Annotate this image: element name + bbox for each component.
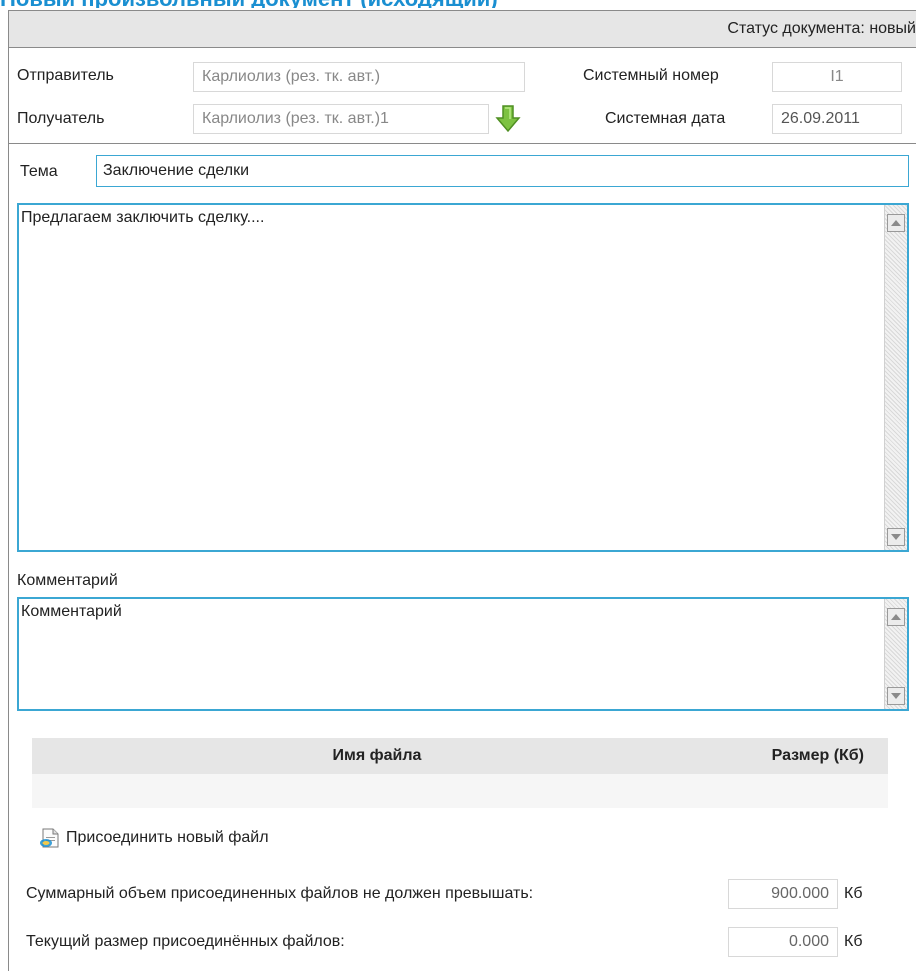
attach-document-icon [40, 828, 59, 848]
chevron-down-icon [891, 534, 901, 540]
comment-label: Комментарий [17, 572, 118, 589]
current-size-label: Текущий размер присоединённых файлов: [26, 933, 345, 950]
comment-textarea[interactable]: Комментарий [17, 597, 909, 711]
scroll-up-button[interactable] [887, 214, 905, 232]
scroll-down-button[interactable] [887, 528, 905, 546]
status-bar: Статус документа: новый [9, 11, 916, 48]
body-scrollbar[interactable] [884, 205, 907, 550]
max-size-unit: Кб [844, 885, 863, 902]
body-text: Предлагаем заключить сделку.... [21, 209, 265, 226]
body-textarea[interactable]: Предлагаем заключить сделку.... [17, 203, 909, 552]
column-header-filename: Имя файла [332, 747, 422, 764]
max-size-label: Суммарный объем присоединенных файлов не… [26, 885, 534, 902]
section-divider [9, 143, 916, 144]
attach-file-label: Присоединить новый файл [66, 829, 269, 846]
system-number-field: I1 [772, 62, 902, 92]
document-status: Статус документа: новый [727, 20, 916, 37]
comment-text: Комментарий [21, 603, 122, 620]
sender-field[interactable]: Карлиолиз (рез. тк. авт.) [193, 62, 525, 92]
chevron-up-icon [891, 220, 901, 226]
scroll-down-button[interactable] [887, 687, 905, 705]
chevron-up-icon [891, 614, 901, 620]
chevron-down-icon [891, 693, 901, 699]
column-header-size: Размер (Кб) [771, 747, 864, 764]
recipient-field[interactable]: Карлиолиз (рез. тк. авт.)1 [193, 104, 489, 134]
scroll-up-button[interactable] [887, 608, 905, 626]
page-title: Новый произвольный документ (исходящий) [0, 0, 916, 8]
subject-label: Тема [20, 163, 58, 180]
recipient-label: Получатель [17, 110, 105, 127]
green-down-arrow-icon[interactable] [495, 105, 521, 133]
files-table-header: Имя файла Размер (Кб) [32, 738, 888, 774]
current-size-unit: Кб [844, 933, 863, 950]
sender-label: Отправитель [17, 67, 114, 84]
attach-file-link[interactable]: Присоединить новый файл [38, 826, 269, 850]
current-size-field: 0.000 [728, 927, 838, 957]
system-number-label: Системный номер [583, 67, 719, 84]
system-date-field: 26.09.2011 [772, 104, 902, 134]
subject-input[interactable]: Заключение сделки [96, 155, 909, 187]
system-date-label: Системная дата [605, 110, 726, 127]
max-size-field: 900.000 [728, 879, 838, 909]
comment-scrollbar[interactable] [884, 599, 907, 709]
files-table-body [32, 774, 888, 808]
